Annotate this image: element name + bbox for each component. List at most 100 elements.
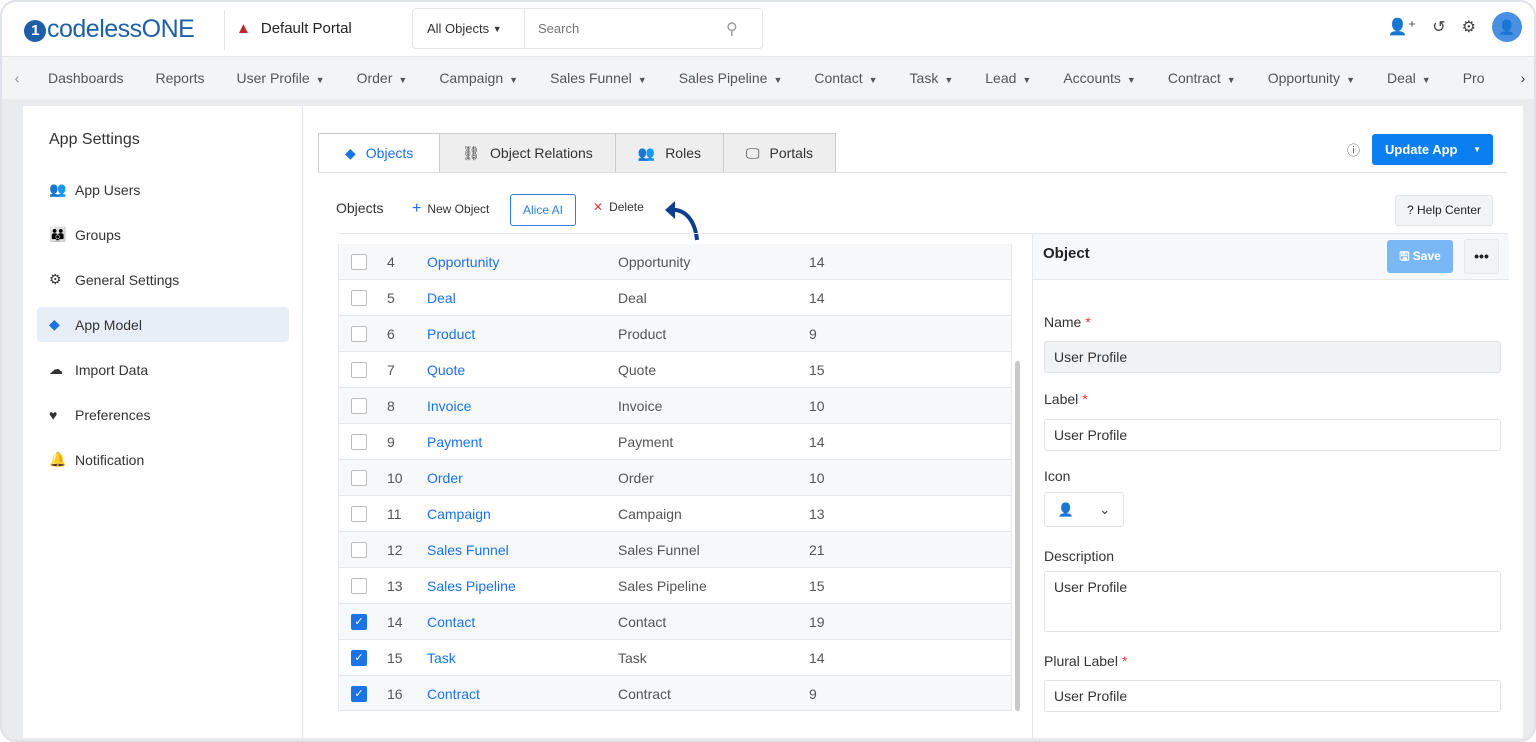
gear-icon[interactable]: ⚙	[1462, 17, 1476, 37]
object-name-link[interactable]: Quote	[427, 362, 618, 378]
nav-item[interactable]: User Profile ▼	[221, 70, 341, 86]
new-object-button[interactable]: + New Object	[412, 200, 489, 218]
info-icon[interactable]: ⓘ	[1347, 140, 1360, 159]
row-checkbox[interactable]	[351, 541, 367, 558]
search-bar: All Objects ▼ ⚲	[412, 8, 763, 49]
row-checkbox[interactable]: ✓	[351, 649, 367, 666]
tab[interactable]: ◆ Objects	[318, 133, 441, 173]
object-name-link[interactable]: Campaign	[427, 506, 618, 522]
nav-scroll-right-icon[interactable]: ›	[1512, 57, 1534, 99]
logo[interactable]: 1 codelessONE	[24, 15, 195, 44]
row-checkbox[interactable]	[351, 433, 367, 450]
label-field[interactable]: User Profile	[1044, 419, 1501, 451]
sidebar-item[interactable]: 👥 App Users	[37, 172, 289, 207]
table-row: 11 Campaign Campaign 13	[339, 496, 1011, 532]
sidebar-item[interactable]: ♥ Preferences	[37, 397, 289, 432]
search-scope-dropdown[interactable]: All Objects ▼	[413, 9, 525, 48]
sidebar: App Settings 👥 App Users 👪 Groups ⚙ General S…	[23, 106, 303, 738]
nav-item[interactable]: Dashboards	[32, 70, 140, 86]
row-checkbox[interactable]	[351, 505, 367, 522]
object-label: Sales Pipeline	[618, 577, 707, 594]
object-name-link[interactable]: Contact	[427, 614, 618, 630]
nav-item[interactable]: Sales Funnel ▼	[534, 70, 663, 86]
object-label: Product	[618, 325, 667, 342]
nav-item[interactable]: Deal ▼	[1371, 70, 1447, 86]
object-label: Task	[618, 649, 647, 666]
name-field[interactable]: User Profile	[1044, 341, 1501, 373]
label-label: Label *	[1044, 391, 1088, 407]
row-checkbox[interactable]	[351, 469, 367, 486]
object-name-link[interactable]: Payment	[427, 434, 618, 450]
object-name-link[interactable]: Invoice	[427, 398, 618, 414]
row-checkbox[interactable]	[351, 361, 367, 378]
sidebar-item[interactable]: 👪 Groups	[37, 217, 289, 252]
nav-item[interactable]: Sales Pipeline ▼	[663, 70, 799, 86]
row-checkbox[interactable]: ✓	[351, 613, 367, 630]
object-name-link[interactable]: Task	[427, 650, 618, 666]
row-number: 12	[387, 541, 403, 558]
nav-item[interactable]: Contact ▼	[798, 70, 893, 86]
row-number: 15	[387, 649, 403, 666]
alice-ai-button[interactable]: Alice AI	[510, 194, 576, 226]
add-user-icon[interactable]: 👤⁺	[1388, 17, 1416, 37]
nav-scroll-left-icon[interactable]: ‹	[2, 70, 32, 86]
help-center-button[interactable]: ? Help Center	[1395, 195, 1493, 226]
description-label: Description	[1044, 548, 1115, 564]
search-icon[interactable]: ⚲	[726, 19, 762, 39]
header: 1 codelessONE ▲ Default Portal All Objects…	[2, 2, 1534, 57]
tab[interactable]: 👥 Roles	[614, 133, 724, 173]
description-field[interactable]: User Profile	[1044, 571, 1501, 632]
sidebar-item[interactable]: ⚙ General Settings	[37, 262, 289, 297]
sidebar-item-label: App Model	[75, 316, 142, 333]
caret-down-icon: ▼	[1346, 75, 1355, 85]
nav-item[interactable]: Contract ▼	[1152, 70, 1252, 86]
object-name-link[interactable]: Product	[427, 326, 618, 342]
object-name-link[interactable]: Deal	[427, 290, 618, 306]
row-checkbox[interactable]	[351, 325, 367, 342]
nav-item[interactable]: Task ▼	[894, 70, 970, 86]
field-count: 13	[809, 505, 825, 522]
sidebar-title: App Settings	[49, 131, 140, 148]
save-button[interactable]: 🖫 Save	[1387, 240, 1453, 273]
object-name-link[interactable]: Order	[427, 470, 618, 486]
tab[interactable]: 🖵 Portals	[722, 133, 837, 173]
object-name-link[interactable]: Contract	[427, 686, 618, 702]
gear-icon: ⚙	[49, 271, 62, 287]
sidebar-item[interactable]: ☁ Import Data	[37, 352, 289, 387]
history-icon[interactable]: ↺	[1432, 17, 1445, 37]
more-options-button[interactable]: •••	[1464, 239, 1499, 274]
avatar[interactable]: 👤	[1492, 12, 1522, 42]
caret-down-icon[interactable]: ▼	[1473, 145, 1481, 154]
nav-item[interactable]: Order ▼	[341, 70, 424, 86]
nav-item[interactable]: Accounts ▼	[1047, 70, 1152, 86]
row-checkbox[interactable]	[351, 577, 367, 594]
table-scrollbar[interactable]	[1015, 361, 1020, 711]
row-checkbox[interactable]	[351, 253, 367, 270]
row-checkbox[interactable]	[351, 397, 367, 414]
icon-picker[interactable]: 👤 ⌄	[1044, 492, 1124, 527]
object-name-link[interactable]: Sales Pipeline	[427, 578, 618, 594]
delete-button[interactable]: ✕ Delete	[593, 200, 644, 214]
sidebar-item[interactable]: 🔔 Notification	[37, 442, 289, 477]
nav-item[interactable]: Campaign ▼	[423, 70, 534, 86]
save-label: Save	[1412, 249, 1441, 263]
field-count: 9	[809, 685, 817, 702]
object-name-link[interactable]: Sales Funnel	[427, 542, 618, 558]
portal-selector[interactable]: ▲ Default Portal	[236, 20, 352, 37]
nav-item[interactable]: Reports	[140, 70, 221, 86]
nav-item[interactable]: Lead ▼	[969, 70, 1047, 86]
sidebar-item[interactable]: ◆ App Model	[37, 307, 289, 342]
panel-title: Object	[1043, 245, 1090, 262]
nav-item[interactable]: Pro	[1447, 70, 1501, 86]
plural-label-field[interactable]: User Profile	[1044, 680, 1501, 712]
search-input[interactable]	[525, 21, 726, 36]
object-name-link[interactable]: Opportunity	[427, 254, 618, 270]
nav-item-label: Campaign	[439, 70, 504, 86]
nav-item[interactable]: Opportunity ▼	[1252, 70, 1371, 86]
tab[interactable]: ⛓ Object Relations	[439, 133, 616, 173]
row-checkbox[interactable]	[351, 289, 367, 306]
nav-item-label: Pro	[1462, 70, 1485, 86]
row-checkbox[interactable]: ✓	[351, 685, 367, 702]
update-app-button[interactable]: Update App ▼	[1372, 134, 1493, 165]
nav-item-label: Deal	[1386, 70, 1416, 86]
